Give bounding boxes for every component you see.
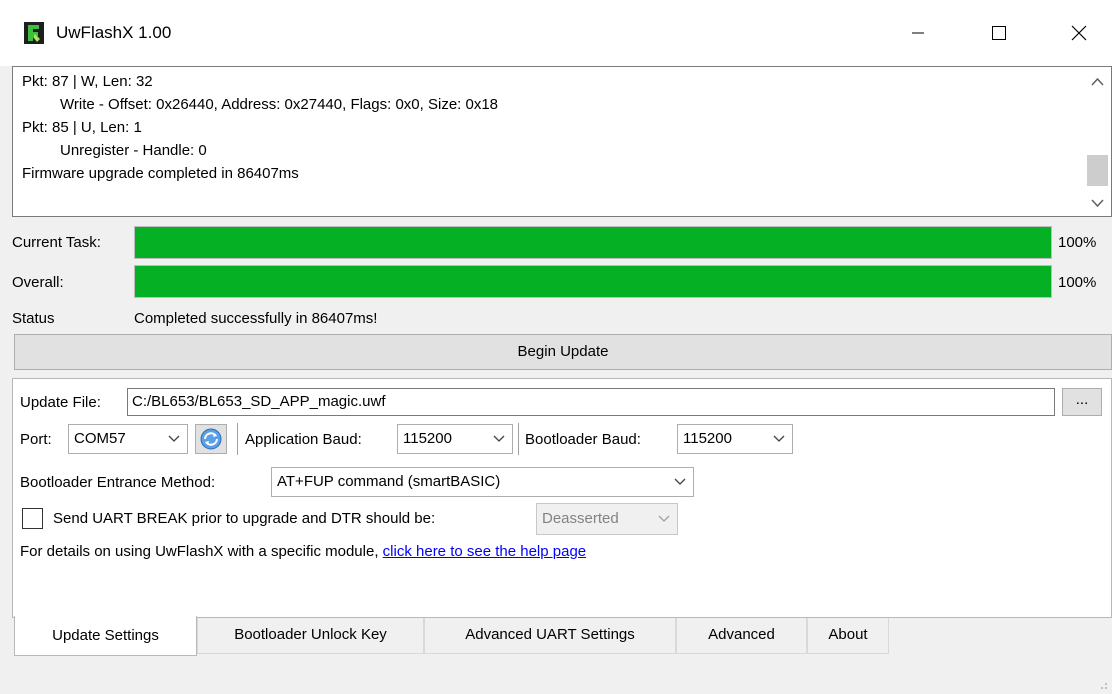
log-line: Pkt: 85 | U, Len: 1 (22, 119, 142, 136)
current-task-progress-fill (135, 227, 1051, 258)
port-label: Port: (20, 431, 52, 448)
current-task-progress (134, 226, 1052, 259)
status-label: Status (12, 310, 55, 327)
close-icon (1071, 25, 1087, 41)
help-page-link[interactable]: click here to see the help page (383, 543, 586, 560)
log-output[interactable]: Pkt: 87 | W, Len: 32 Write - Offset: 0x2… (12, 66, 1112, 217)
dtr-value: Deasserted (542, 510, 619, 527)
update-file-label: Update File: (20, 394, 101, 411)
application-baud-select[interactable]: 115200 (397, 424, 513, 454)
title-bar: UwFlashX 1.00 (0, 0, 1112, 66)
maximize-icon (992, 26, 1006, 40)
dtr-select[interactable]: Deasserted (536, 503, 678, 535)
help-text: For details on using UwFlashX with a spe… (20, 543, 379, 560)
bootloader-baud-label: Bootloader Baud: (525, 431, 641, 448)
chevron-down-icon (658, 515, 670, 522)
bootloader-entrance-label: Bootloader Entrance Method: (20, 474, 216, 491)
tab-advanced[interactable]: Advanced (676, 618, 807, 654)
begin-update-button[interactable]: Begin Update (14, 334, 1112, 370)
overall-percent: 100% (1058, 274, 1097, 291)
app-icon (24, 22, 44, 44)
log-line: Unregister - Handle: 0 (60, 142, 207, 159)
scroll-thumb[interactable] (1087, 155, 1108, 186)
application-baud-label: Application Baud: (245, 431, 362, 448)
log-line: Write - Offset: 0x26440, Address: 0x2744… (60, 96, 499, 113)
tab-advanced-uart-settings[interactable]: Advanced UART Settings (424, 618, 676, 654)
refresh-ports-button[interactable] (195, 424, 227, 454)
scroll-down-icon[interactable] (1091, 198, 1104, 208)
close-button[interactable] (1058, 14, 1098, 52)
overall-progress-fill (135, 266, 1051, 297)
log-scrollbar[interactable] (1084, 67, 1111, 216)
browse-button[interactable]: ... (1062, 388, 1102, 416)
minimize-button[interactable] (898, 14, 938, 52)
help-line: For details on using UwFlashX with a spe… (20, 543, 586, 560)
current-task-percent: 100% (1058, 234, 1097, 251)
scroll-up-icon[interactable] (1091, 77, 1104, 87)
separator (237, 423, 238, 455)
log-line: Pkt: 87 | W, Len: 32 (22, 73, 153, 90)
overall-progress (134, 265, 1052, 298)
bootloader-baud-value: 115200 (683, 430, 732, 447)
chevron-down-icon (168, 435, 180, 442)
send-uart-break-label: Send UART BREAK prior to upgrade and DTR… (53, 510, 436, 527)
bootloader-entrance-select[interactable]: AT+FUP command (smartBASIC) (271, 467, 694, 497)
send-uart-break-checkbox[interactable] (22, 508, 43, 529)
chevron-down-icon (493, 435, 505, 442)
minimize-icon (912, 32, 924, 34)
window-title: UwFlashX 1.00 (56, 23, 172, 42)
port-select[interactable]: COM57 (68, 424, 188, 454)
tab-bootloader-unlock-key[interactable]: Bootloader Unlock Key (197, 618, 424, 654)
maximize-button[interactable] (978, 14, 1018, 52)
update-file-input[interactable]: C:/BL653/BL653_SD_APP_magic.uwf (127, 388, 1055, 416)
chevron-down-icon (773, 435, 785, 442)
separator (518, 423, 519, 455)
log-line: Firmware upgrade completed in 86407ms (22, 165, 299, 182)
resize-grip-icon[interactable] (1094, 676, 1110, 692)
tab-update-settings[interactable]: Update Settings (14, 616, 197, 656)
application-baud-value: 115200 (403, 430, 452, 447)
current-task-label: Current Task: (12, 234, 101, 251)
overall-label: Overall: (12, 274, 64, 291)
chevron-down-icon (674, 478, 686, 485)
refresh-icon (200, 428, 222, 450)
tab-about[interactable]: About (807, 618, 889, 654)
status-text: Completed successfully in 86407ms! (134, 310, 378, 327)
port-value: COM57 (74, 430, 126, 447)
bootloader-baud-select[interactable]: 115200 (677, 424, 793, 454)
bootloader-entrance-value: AT+FUP command (smartBASIC) (277, 473, 501, 490)
